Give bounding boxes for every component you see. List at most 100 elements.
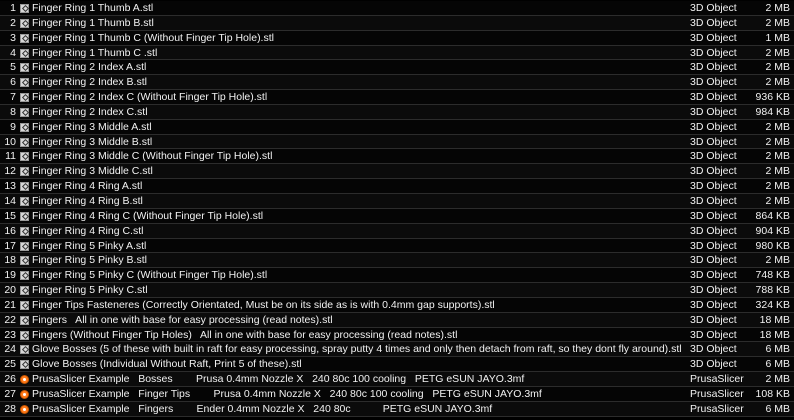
- file-name[interactable]: Finger Ring 2 Index C.stl: [32, 105, 682, 120]
- row-number: 27: [4, 387, 16, 400]
- file-row[interactable]: 22 Fingers All in one with base for easy …: [0, 312, 794, 328]
- file-size: 2 MB: [765, 373, 790, 386]
- file-name[interactable]: Finger Ring 2 Index B.stl: [32, 75, 682, 90]
- file-row[interactable]: 12 Finger Ring 3 Middle C.stl 3D Object 2 M…: [0, 164, 794, 180]
- file-row[interactable]: 18 Finger Ring 5 Pinky B.stl 3D Object 2 MB: [0, 253, 794, 269]
- file-row[interactable]: 10 Finger Ring 3 Middle B.stl 3D Object 2 M…: [0, 134, 794, 150]
- stl-file-icon: [20, 315, 29, 325]
- file-row[interactable]: 20 Finger Ring 5 Pinky C.stl 3D Object 788 …: [0, 283, 794, 298]
- file-row[interactable]: 8 Finger Ring 2 Index C.stl 3D Object 984 K…: [0, 104, 794, 120]
- file-row[interactable]: 5 Finger Ring 2 Index A.stl 3D Object 2 MB: [0, 60, 794, 76]
- row-number: 7: [10, 91, 16, 104]
- stl-file-icon: [20, 271, 29, 281]
- file-name[interactable]: Finger Ring 2 Index A.stl: [32, 60, 682, 75]
- stl-file-icon: [20, 63, 29, 73]
- row-number: 4: [10, 46, 16, 59]
- file-name[interactable]: Finger Ring 3 Middle C (Without Finger T…: [32, 149, 682, 164]
- file-name[interactable]: Finger Ring 5 Pinky B.stl: [32, 253, 682, 268]
- stl-file-icon: [20, 152, 29, 162]
- file-row[interactable]: 27 PrusaSlicer Example Finger Tips Prusa …: [0, 386, 794, 402]
- file-row[interactable]: 6 Finger Ring 2 Index B.stl 3D Object 2 MB: [0, 75, 794, 91]
- stl-file-icon: [20, 345, 29, 355]
- file-size: 864 KB: [755, 209, 790, 222]
- file-size: 2 MB: [765, 254, 790, 267]
- file-name[interactable]: Glove Bosses (5 of these with built in r…: [32, 342, 682, 357]
- file-name[interactable]: Finger Ring 5 Pinky C.stl: [32, 283, 682, 298]
- file-name[interactable]: Finger Tips Fasteneres (Correctly Orient…: [32, 298, 682, 313]
- file-name[interactable]: Finger Ring 3 Middle C.stl: [32, 164, 682, 179]
- file-name[interactable]: Finger Ring 3 Middle B.stl: [32, 135, 682, 150]
- file-size: 2 MB: [765, 76, 790, 89]
- file-row[interactable]: 11 Finger Ring 3 Middle C (Without Finger…: [0, 149, 794, 165]
- stl-file-icon: [20, 107, 29, 117]
- file-row[interactable]: 4 Finger Ring 1 Thumb C .stl 3D Object 2 MB: [0, 45, 794, 61]
- file-size: 2 MB: [765, 150, 790, 163]
- file-name[interactable]: Finger Ring 1 Thumb A.stl: [32, 1, 682, 16]
- row-number: 21: [4, 298, 16, 311]
- row-number: 25: [4, 358, 16, 371]
- file-name[interactable]: PrusaSlicer Example Fingers Ender 0.4mm …: [32, 402, 682, 417]
- file-row[interactable]: 28 PrusaSlicer Example Fingers Ender 0.4m…: [0, 401, 794, 417]
- file-name[interactable]: Fingers (Without Finger Tip Holes) All i…: [32, 328, 682, 343]
- file-row[interactable]: 1 Finger Ring 1 Thumb A.stl 3D Object 2 MB: [0, 1, 794, 16]
- file-size: 324 KB: [755, 298, 790, 311]
- file-name[interactable]: Finger Ring 5 Pinky A.stl: [32, 239, 682, 254]
- file-name[interactable]: Finger Ring 2 Index C (Without Finger Ti…: [32, 90, 682, 105]
- file-name[interactable]: Finger Ring 4 Ring C.stl: [32, 224, 682, 239]
- stl-file-icon: [20, 122, 29, 132]
- file-row[interactable]: 15 Finger Ring 4 Ring C (Without Finger T…: [0, 208, 794, 224]
- file-size: 2 MB: [765, 165, 790, 178]
- file-row[interactable]: 2 Finger Ring 1 Thumb B.stl 3D Object 2 MB: [0, 15, 794, 31]
- file-row[interactable]: 23 Fingers (Without Finger Tip Holes) All…: [0, 327, 794, 343]
- stl-file-icon: [20, 4, 29, 13]
- file-row[interactable]: 19 Finger Ring 5 Pinky C (Without Finger …: [0, 268, 794, 284]
- row-number: 20: [4, 284, 16, 297]
- row-number: 15: [4, 209, 16, 222]
- file-list: 1 Finger Ring 1 Thumb A.stl 3D Object 2 MB 2…: [0, 0, 794, 417]
- stl-file-icon: [20, 48, 29, 58]
- file-name[interactable]: Finger Ring 4 Ring C (Without Finger Tip…: [32, 209, 682, 224]
- file-size: 2 MB: [765, 61, 790, 74]
- row-number: 22: [4, 313, 16, 326]
- row-number: 3: [10, 31, 16, 44]
- file-name[interactable]: Finger Ring 1 Thumb C .stl: [32, 46, 682, 61]
- file-row[interactable]: 26 PrusaSlicer Example Bosses Prusa 0.4mm…: [0, 372, 794, 387]
- file-name[interactable]: Finger Ring 1 Thumb B.stl: [32, 16, 682, 31]
- file-size: 18 MB: [759, 313, 790, 326]
- stl-file-icon: [20, 137, 29, 147]
- file-size: 6 MB: [765, 358, 790, 371]
- file-row[interactable]: 16 Finger Ring 4 Ring C.stl 3D Object 904 K…: [0, 223, 794, 239]
- file-name[interactable]: Finger Ring 5 Pinky C (Without Finger Ti…: [32, 268, 682, 283]
- file-row[interactable]: 7 Finger Ring 2 Index C (Without Finger T…: [0, 90, 794, 105]
- row-number: 23: [4, 328, 16, 341]
- file-size: 2 MB: [765, 180, 790, 193]
- file-name[interactable]: Glove Bosses (Individual Without Raft, P…: [32, 357, 682, 372]
- file-size: 6 MB: [765, 402, 790, 415]
- file-row[interactable]: 25 Glove Bosses (Individual Without Raft,…: [0, 357, 794, 373]
- file-row[interactable]: 24 Glove Bosses (5 of these with built in…: [0, 342, 794, 358]
- row-number: 14: [4, 194, 16, 207]
- file-name[interactable]: Fingers All in one with base for easy pr…: [32, 313, 682, 328]
- file-row[interactable]: 21 Finger Tips Fasteneres (Correctly Orie…: [0, 297, 794, 313]
- file-row[interactable]: 14 Finger Ring 4 Ring B.stl 3D Object 2 MB: [0, 193, 794, 209]
- file-row[interactable]: 17 Finger Ring 5 Pinky A.stl 3D Object 980 …: [0, 238, 794, 254]
- row-number: 19: [4, 269, 16, 282]
- row-number: 24: [4, 343, 16, 356]
- file-name[interactable]: Finger Ring 3 Middle A.stl: [32, 120, 682, 135]
- file-name[interactable]: Finger Ring 4 Ring A.stl: [32, 179, 682, 194]
- file-name[interactable]: PrusaSlicer Example Finger Tips Prusa 0.…: [32, 387, 682, 402]
- file-size: 904 KB: [755, 224, 790, 237]
- file-size: 2 MB: [765, 135, 790, 148]
- row-number: 16: [4, 224, 16, 237]
- stl-file-icon: [20, 211, 29, 221]
- stl-file-icon: [20, 182, 29, 192]
- file-row[interactable]: 9 Finger Ring 3 Middle A.stl 3D Object 2 MB: [0, 119, 794, 135]
- file-row[interactable]: 13 Finger Ring 4 Ring A.stl 3D Object 2 MB: [0, 179, 794, 194]
- file-name[interactable]: Finger Ring 4 Ring B.stl: [32, 194, 682, 209]
- file-name[interactable]: Finger Ring 1 Thumb C (Without Finger Ti…: [32, 31, 682, 46]
- row-number: 8: [10, 105, 16, 118]
- file-size: 1 MB: [765, 31, 790, 44]
- file-name[interactable]: PrusaSlicer Example Bosses Prusa 0.4mm N…: [32, 372, 682, 387]
- stl-file-icon: [20, 196, 29, 206]
- file-row[interactable]: 3 Finger Ring 1 Thumb C (Without Finger T…: [0, 30, 794, 46]
